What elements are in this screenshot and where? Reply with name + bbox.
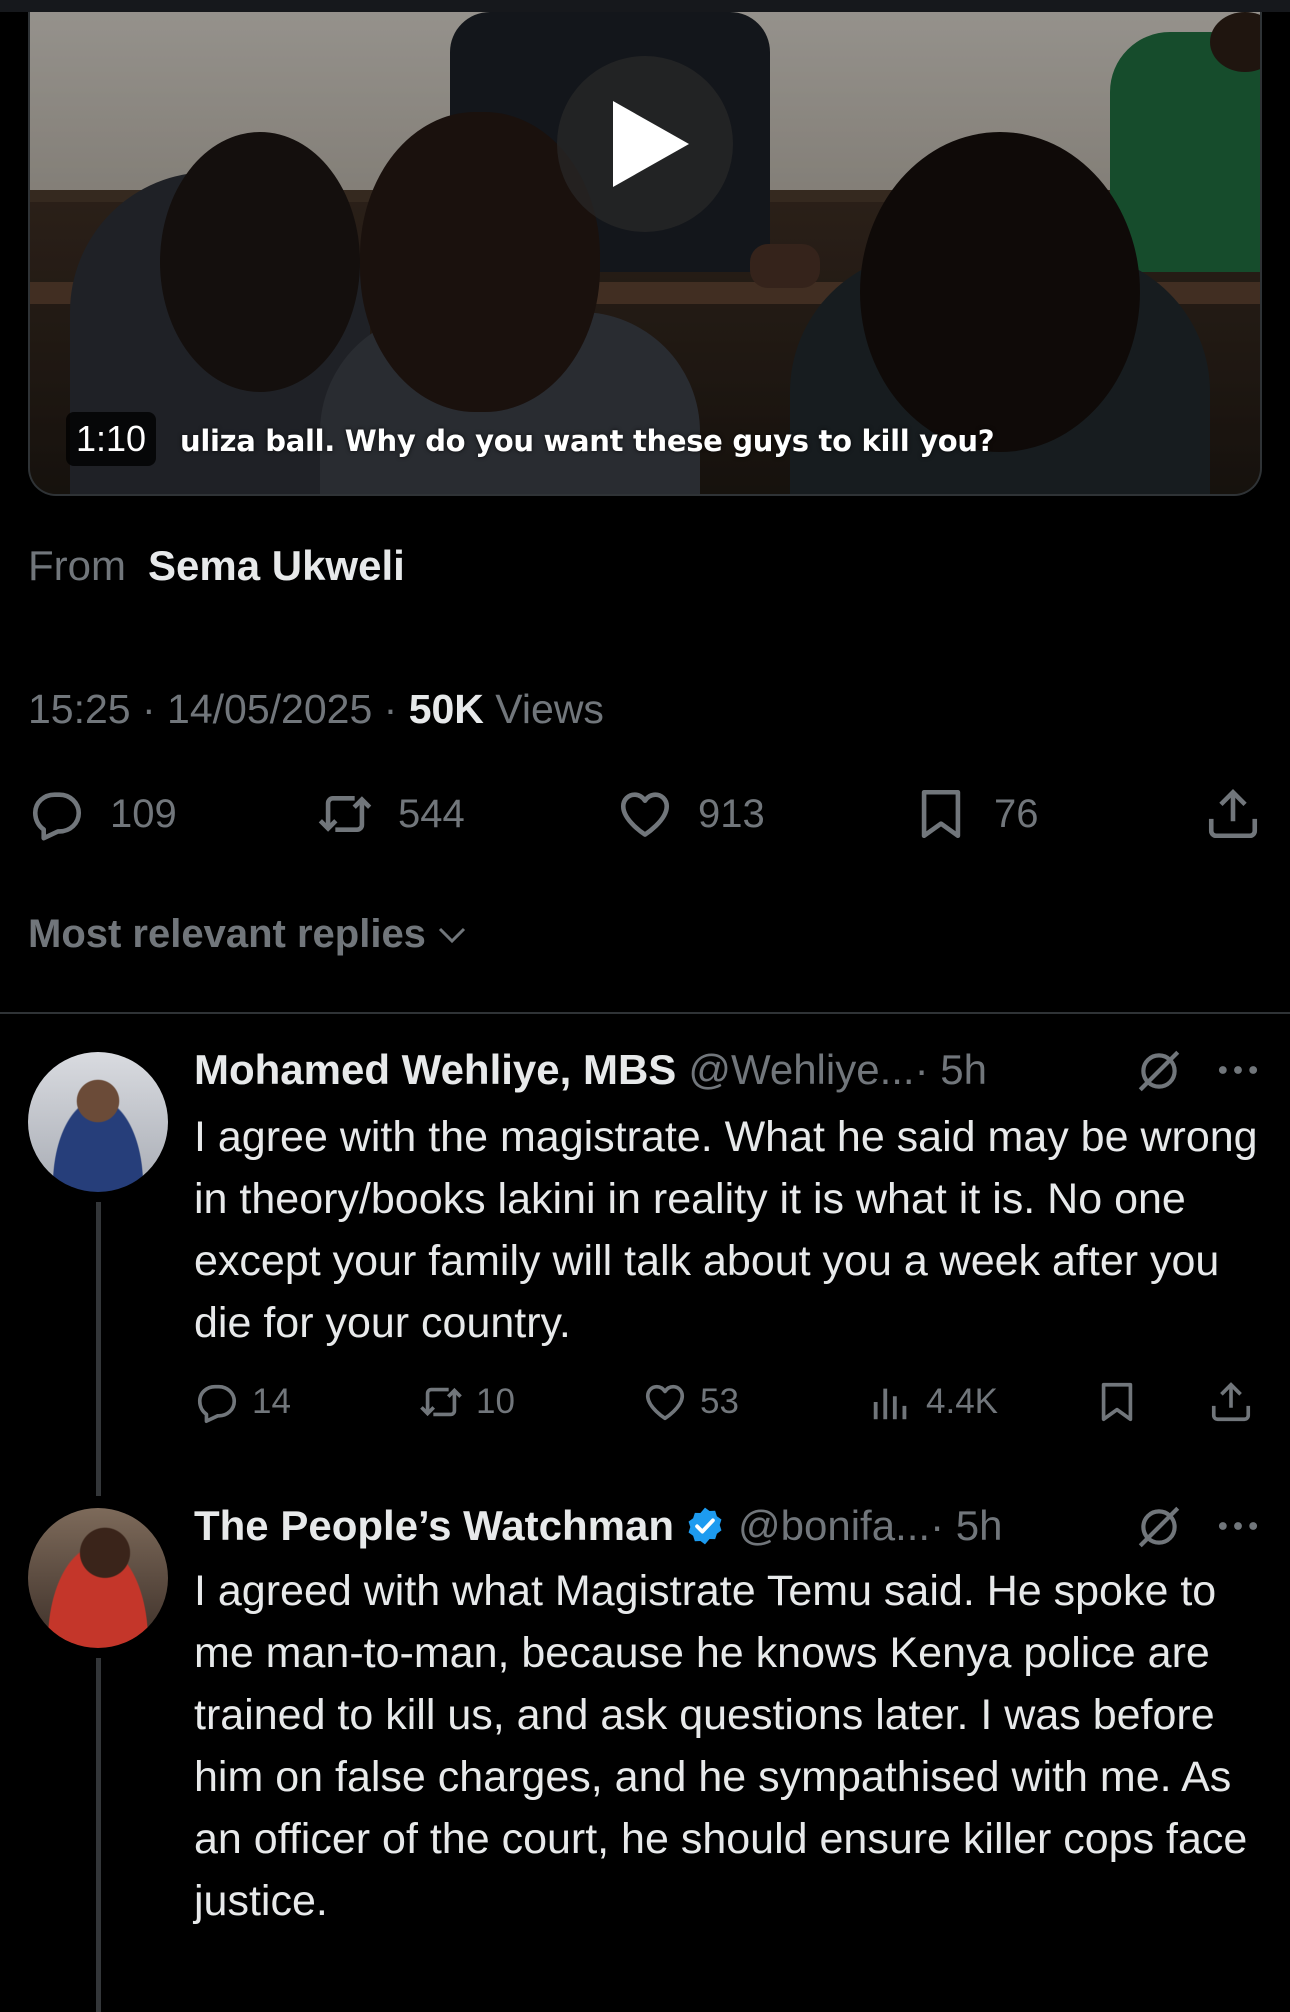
top-bar bbox=[0, 0, 1290, 12]
bookmark-icon bbox=[921, 789, 961, 839]
views-button[interactable]: 4.4K bbox=[868, 1376, 998, 1428]
reply-author-name[interactable]: The People’s Watchman bbox=[194, 1502, 674, 1550]
reply-icon bbox=[32, 792, 82, 841]
reply-author-name[interactable]: Mohamed Wehliye, MBS bbox=[194, 1046, 676, 1094]
reply-author-handle[interactable]: @bonifa... bbox=[738, 1502, 930, 1550]
verified-badge-icon bbox=[688, 1507, 722, 1545]
reply-text: I agree with the magistrate. What he sai… bbox=[194, 1113, 1258, 1347]
reply-time: · 5h bbox=[930, 1502, 1003, 1549]
source-name-link[interactable]: Sema Ukweli bbox=[148, 542, 405, 589]
bookmark-button[interactable] bbox=[1094, 1376, 1140, 1428]
views-count: 50K bbox=[408, 686, 484, 732]
play-button[interactable] bbox=[557, 56, 733, 232]
like-count: 913 bbox=[698, 791, 765, 836]
like-button[interactable]: 913 bbox=[616, 782, 765, 846]
reply-header: The People’s Watchman @bonifa... · 5h bbox=[194, 1502, 1002, 1550]
grok-icon[interactable] bbox=[1134, 1502, 1184, 1552]
meta-separator: · bbox=[130, 686, 168, 732]
reply-icon bbox=[197, 1384, 237, 1423]
heart-icon bbox=[620, 792, 670, 837]
reply-count: 109 bbox=[110, 791, 177, 836]
repost-button[interactable]: 544 bbox=[316, 782, 465, 846]
chevron-down-icon bbox=[438, 927, 465, 943]
heart-icon bbox=[645, 1384, 685, 1421]
grok-icon[interactable] bbox=[1134, 1046, 1184, 1096]
thread-line bbox=[96, 1202, 101, 1496]
views-count: 4.4K bbox=[926, 1382, 998, 1421]
repost-button[interactable]: 10 bbox=[418, 1376, 515, 1428]
post-date: 14/05/2025 bbox=[167, 686, 373, 732]
replies-sort-dropdown[interactable]: Most relevant replies bbox=[28, 912, 470, 957]
thread-line bbox=[96, 1658, 101, 2012]
post-meta: 15:25 · 14/05/2025 · 50K Views bbox=[28, 686, 604, 733]
reply-text: I agreed with what Magistrate Temu said.… bbox=[194, 1567, 1248, 1925]
reply-count: 14 bbox=[252, 1382, 291, 1421]
bookmark-count: 76 bbox=[994, 791, 1039, 836]
share-icon bbox=[1208, 789, 1258, 839]
replies-sort-label: Most relevant replies bbox=[28, 912, 426, 956]
more-options-icon[interactable] bbox=[1212, 1500, 1264, 1552]
source-from-label: From bbox=[28, 542, 126, 589]
reply-actions: 14 10 53 4.4K bbox=[0, 1376, 1290, 1428]
share-button[interactable] bbox=[1204, 782, 1262, 846]
play-icon bbox=[613, 101, 689, 187]
section-divider bbox=[0, 1012, 1290, 1014]
bookmark-icon bbox=[1101, 1382, 1133, 1422]
reply-header: Mohamed Wehliye, MBS @Wehliye... · 5h bbox=[194, 1046, 987, 1094]
reply-button[interactable]: 14 bbox=[194, 1376, 291, 1428]
share-icon bbox=[1211, 1382, 1251, 1422]
post-time: 15:25 bbox=[28, 686, 131, 732]
repost-icon bbox=[420, 1387, 462, 1417]
like-button[interactable]: 53 bbox=[642, 1376, 739, 1428]
reply-author-handle[interactable]: @Wehliye... bbox=[688, 1046, 914, 1094]
repost-count: 544 bbox=[398, 791, 465, 836]
reply-button[interactable]: 109 bbox=[28, 782, 177, 846]
share-button[interactable] bbox=[1208, 1376, 1254, 1428]
video-duration: 1:10 bbox=[66, 412, 157, 466]
avatar[interactable] bbox=[28, 1052, 168, 1192]
repost-icon bbox=[318, 795, 372, 833]
repost-count: 10 bbox=[476, 1382, 515, 1421]
video-player[interactable]: uliza ball. Why do you want these guys t… bbox=[28, 12, 1262, 496]
meta-separator: · bbox=[372, 686, 409, 732]
bookmark-button[interactable]: 76 bbox=[912, 782, 1039, 846]
analytics-icon bbox=[873, 1388, 907, 1420]
views-label: Views bbox=[483, 686, 604, 732]
more-options-icon[interactable] bbox=[1212, 1044, 1264, 1096]
source-attribution: From Sema Ukweli bbox=[28, 542, 405, 590]
avatar[interactable] bbox=[28, 1508, 168, 1648]
post-actions: 109 544 913 76 bbox=[0, 782, 1290, 846]
reply-time: · 5h bbox=[914, 1046, 987, 1093]
video-caption: uliza ball. Why do you want these guys t… bbox=[180, 424, 995, 458]
like-count: 53 bbox=[700, 1382, 739, 1421]
